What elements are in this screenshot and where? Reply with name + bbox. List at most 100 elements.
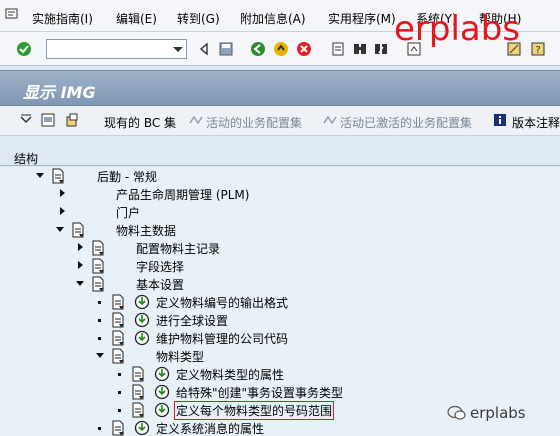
collapsed-triangle-icon[interactable] — [78, 261, 83, 269]
menu-implementation-guide[interactable]: 实施指南(I) — [32, 10, 93, 27]
leaf-bullet-icon — [118, 373, 121, 376]
activated-bc-set-icon — [323, 115, 337, 125]
current-bc-set-button[interactable]: 现有的 BC 集 — [104, 114, 176, 131]
command-field[interactable] — [46, 39, 187, 59]
leaf-bullet-icon — [98, 337, 101, 340]
tree-node-label: 配置物料主记录 — [136, 242, 221, 256]
cancel-icon[interactable] — [296, 41, 312, 57]
collapse-left-icon[interactable] — [196, 41, 212, 57]
execute-clock-icon[interactable] — [134, 312, 150, 328]
save-icon[interactable] — [218, 41, 234, 57]
expanded-triangle-icon[interactable] — [76, 281, 84, 286]
document-icon — [52, 168, 64, 184]
execute-clock-icon[interactable] — [154, 366, 170, 382]
watermark-logo: erplabs — [394, 9, 521, 49]
activated-bc-set-button[interactable]: 活动已激活的业务配置集 — [340, 114, 472, 131]
application-toolbar: 现有的 BC 集 活动的业务配置集 活动已激活的业务配置集 版本注释 — [0, 106, 560, 136]
leaf-bullet-icon — [118, 391, 121, 394]
bc-set-icon — [189, 115, 203, 125]
tree-node-label: 定义系统消息的属性 — [156, 422, 265, 436]
title-bar: 显示 IMG — [0, 70, 560, 106]
document-icon — [112, 330, 124, 346]
enter-check-icon[interactable] — [16, 41, 32, 57]
tree-node-special-create-transaction-type[interactable]: 给特殊"创建"事务设置事务类型 — [0, 383, 560, 401]
wechat-icon — [447, 405, 466, 420]
execute-clock-icon[interactable] — [134, 420, 150, 436]
menu-extras[interactable]: 附加信息(A) — [240, 10, 306, 27]
tree-node-logistics-general[interactable]: 后勤 - 常规 — [0, 167, 560, 185]
print-icon[interactable] — [330, 41, 346, 57]
tree-node-basic-settings[interactable]: 基本设置 — [0, 275, 560, 293]
exit-icon[interactable] — [273, 41, 289, 57]
document-icon — [92, 240, 104, 256]
tree-node-material-types[interactable]: 物料类型 — [0, 347, 560, 365]
execute-clock-icon[interactable] — [154, 402, 170, 418]
document-icon — [112, 312, 124, 328]
active-bc-set-button[interactable]: 活动的业务配置集 — [206, 114, 302, 131]
find-icon[interactable] — [352, 41, 368, 57]
menu-utilities[interactable]: 实用程序(M) — [328, 10, 396, 27]
document-icon — [112, 348, 124, 364]
tree-node-label: 给特殊"创建"事务设置事务类型 — [176, 386, 344, 400]
tree-node-label: 后勤 - 常规 — [97, 170, 157, 184]
watermark-text: erplabs — [470, 404, 526, 422]
back-icon[interactable] — [250, 41, 266, 57]
document-icon — [132, 402, 144, 418]
app-menu-icon[interactable] — [5, 7, 19, 21]
execute-clock-icon[interactable] — [134, 330, 150, 346]
leaf-bullet-icon — [98, 301, 101, 304]
tree-node-plm[interactable]: 产品生命周期管理 (PLM) — [0, 185, 560, 203]
document-icon — [132, 384, 144, 400]
release-notes-button[interactable]: 版本注释 — [512, 114, 560, 131]
leaf-bullet-icon — [98, 319, 101, 322]
tree-node-label: 定义物料编号的输出格式 — [156, 296, 289, 310]
execute-clock-icon[interactable] — [134, 294, 150, 310]
tree-node-label: 定义物料类型的属性 — [176, 368, 285, 382]
tree-header: 结构 — [0, 148, 560, 166]
tree-node-label: 基本设置 — [136, 278, 185, 292]
tree-node-configure-material-master[interactable]: 配置物料主记录 — [0, 239, 560, 257]
leaf-bullet-icon — [98, 427, 101, 430]
help-icon[interactable]: ? — [530, 41, 546, 57]
document-icon — [112, 294, 124, 310]
documentation-icon[interactable] — [40, 112, 56, 128]
document-icon — [112, 420, 124, 436]
tree-node-material-number-format[interactable]: 定义物料编号的输出格式 — [0, 293, 560, 311]
img-tree: 后勤 - 常规 产品生命周期管理 (PLM) 门户 物料主数据 配置物料主记录 … — [0, 167, 560, 436]
collapsed-triangle-icon[interactable] — [78, 243, 83, 251]
document-icon — [72, 222, 84, 238]
expanded-triangle-icon[interactable] — [36, 173, 44, 178]
expanded-triangle-icon[interactable] — [56, 227, 64, 232]
tree-node-label: 定义每个物料类型的号码范围 — [174, 401, 335, 420]
expand-all-icon[interactable] — [18, 112, 34, 128]
info-icon — [494, 114, 506, 126]
tree-node-label: 产品生命周期管理 (PLM) — [116, 188, 250, 202]
tree-node-field-selection[interactable]: 字段选择 — [0, 257, 560, 275]
tree-node-material-master[interactable]: 物料主数据 — [0, 221, 560, 239]
document-icon — [92, 258, 104, 274]
menu-edit[interactable]: 编辑(E) — [116, 10, 157, 27]
collapsed-triangle-icon[interactable] — [60, 207, 65, 215]
document-icon — [132, 366, 144, 382]
tree-node-label: 门户 — [116, 206, 141, 220]
tree-node-label: 物料主数据 — [116, 224, 177, 238]
where-used-icon[interactable] — [64, 112, 80, 128]
chevron-down-icon[interactable] — [173, 47, 183, 52]
tree-node-global-settings[interactable]: 进行全球设置 — [0, 311, 560, 329]
collapsed-triangle-icon[interactable] — [60, 189, 65, 197]
svg-text:?: ? — [535, 45, 540, 56]
find-next-icon[interactable] — [373, 41, 389, 57]
execute-clock-icon[interactable] — [154, 384, 170, 400]
tree-header-label: 结构 — [14, 152, 39, 166]
expanded-triangle-icon[interactable] — [96, 353, 104, 358]
tree-node-portal[interactable]: 门户 — [0, 203, 560, 221]
tree-node-company-code-mm[interactable]: 维护物料管理的公司代码 — [0, 329, 560, 347]
tree-node-label: 物料类型 — [156, 350, 205, 364]
page-title: 显示 IMG — [23, 83, 96, 102]
document-icon — [92, 276, 104, 292]
tree-node-label: 进行全球设置 — [156, 314, 229, 328]
tree-node-label: 维护物料管理的公司代码 — [156, 332, 289, 346]
tree-node-material-type-attributes[interactable]: 定义物料类型的属性 — [0, 365, 560, 383]
menu-goto[interactable]: 转到(G) — [177, 10, 220, 27]
leaf-bullet-icon — [118, 409, 121, 412]
